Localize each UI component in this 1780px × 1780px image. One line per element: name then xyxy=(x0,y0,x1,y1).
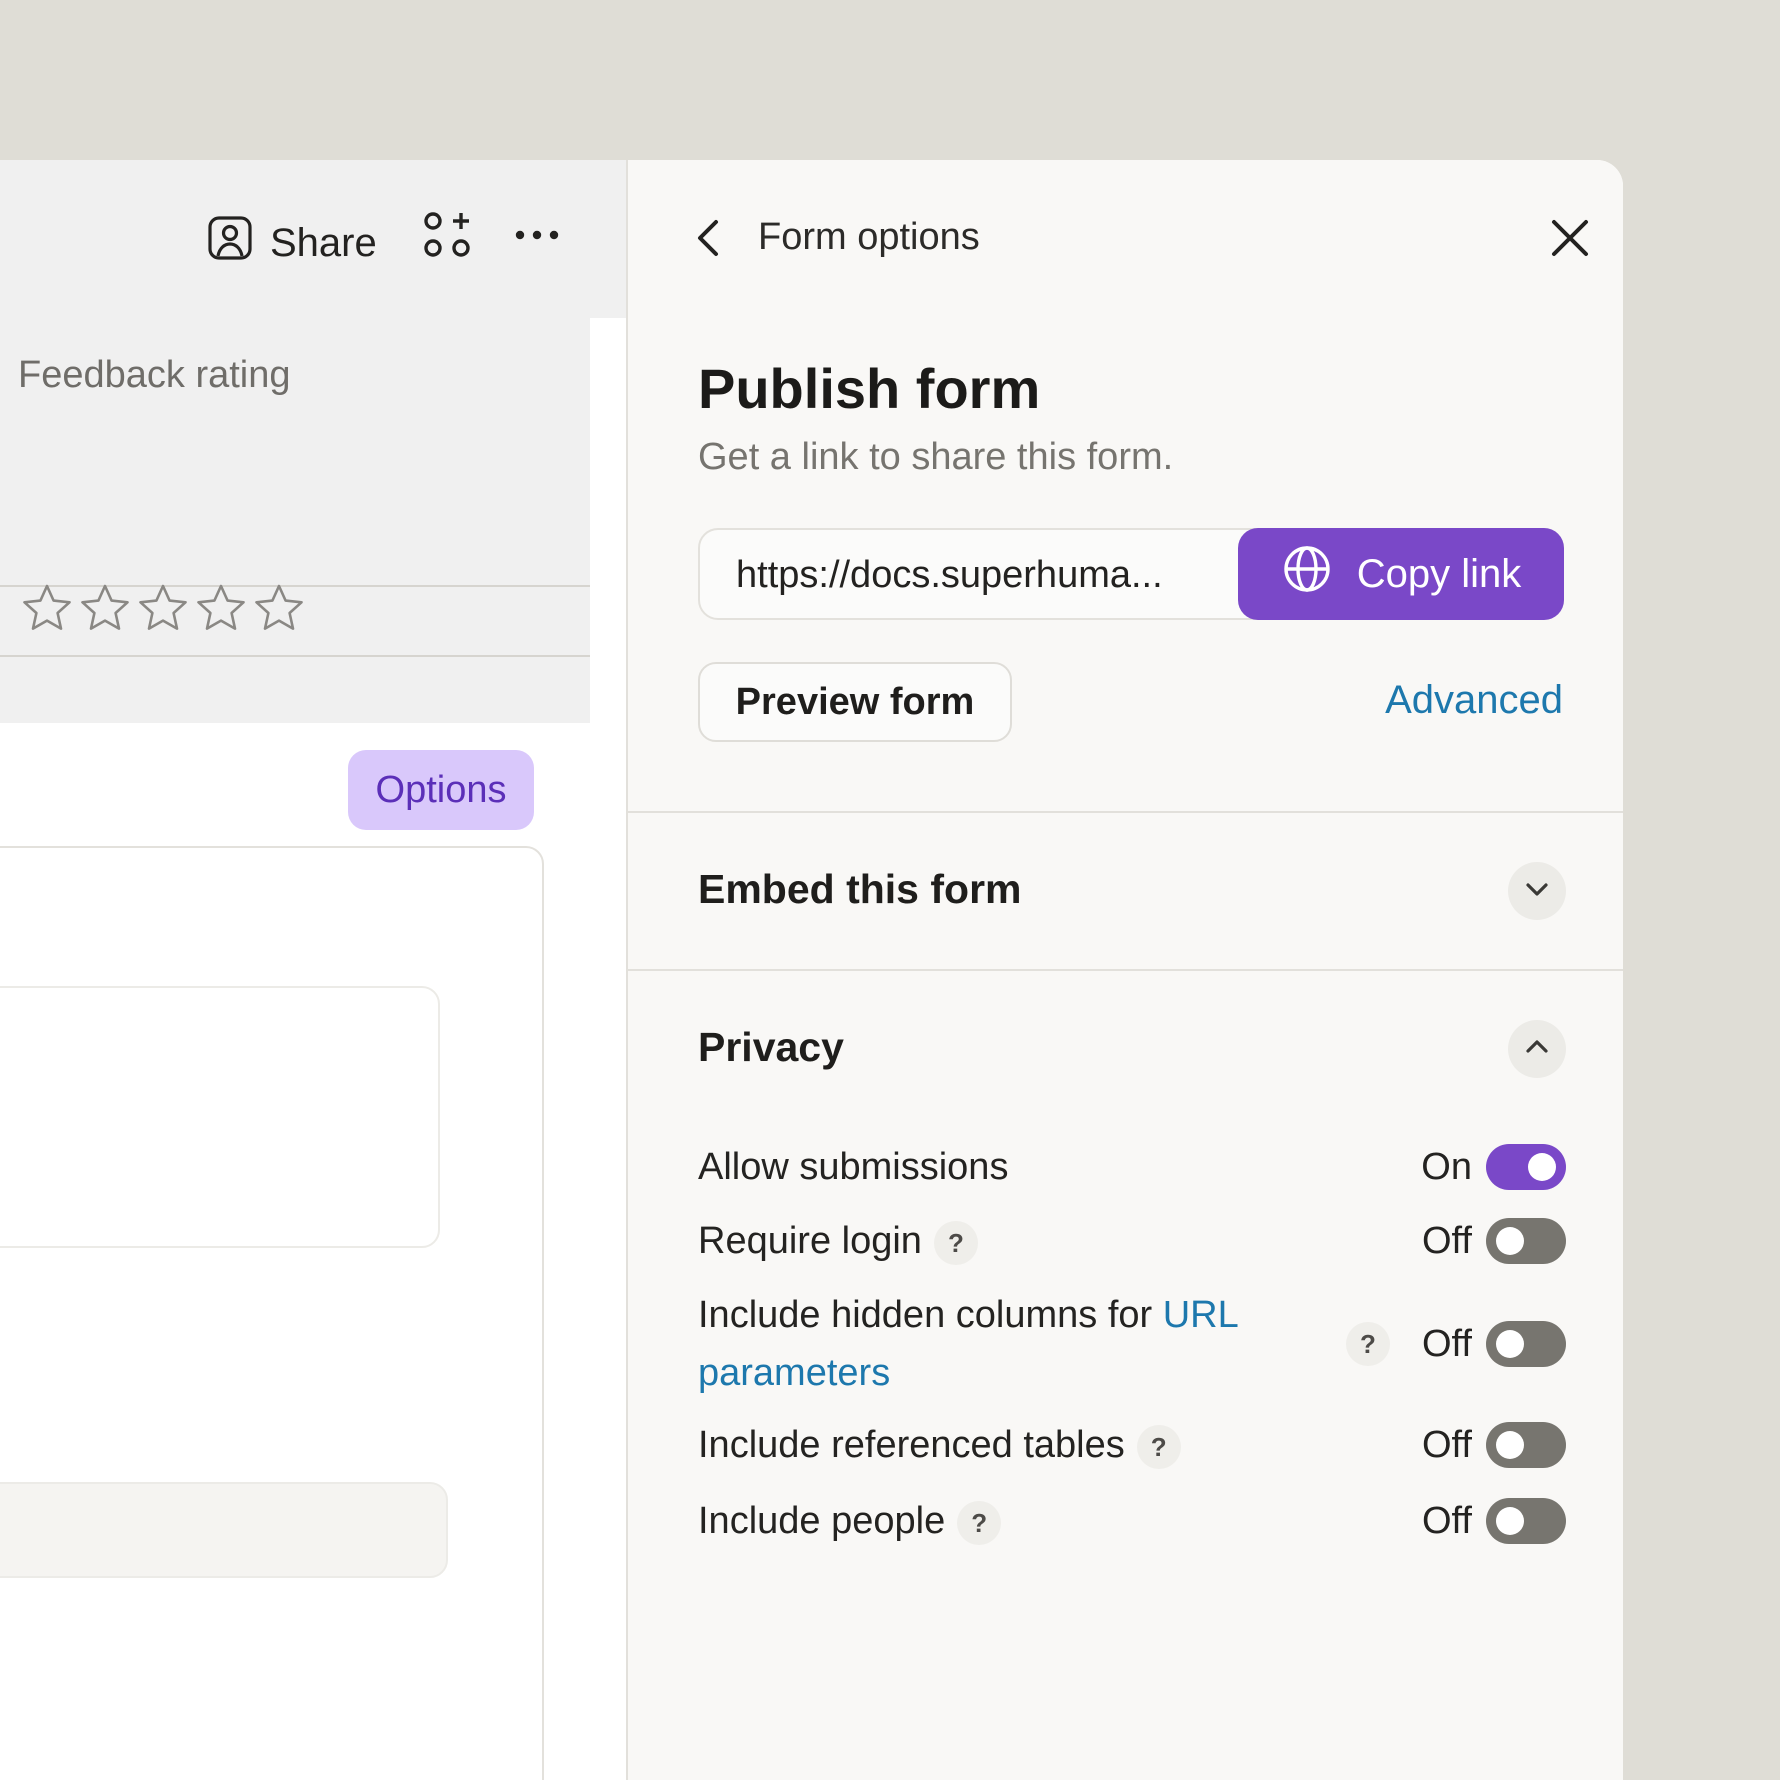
document-toolbar: Share xyxy=(0,160,626,318)
toggle-group: On xyxy=(1421,1144,1566,1190)
embed-expand-button[interactable] xyxy=(1508,862,1566,920)
toggle-group: Off xyxy=(1422,1321,1566,1367)
section-divider xyxy=(628,811,1623,813)
allow-submissions-toggle[interactable] xyxy=(1486,1144,1566,1190)
back-chevron-icon[interactable] xyxy=(690,212,726,264)
share-button[interactable]: Share xyxy=(206,214,377,272)
setting-label: Include referenced tables xyxy=(698,1424,1125,1466)
close-icon[interactable] xyxy=(1548,216,1592,260)
form-field-card: Feedback rating xyxy=(0,318,590,723)
setting-row-require-login: Require login? Off xyxy=(698,1204,1566,1278)
hidden-columns-toggle[interactable] xyxy=(1486,1321,1566,1367)
star-rating[interactable] xyxy=(20,582,306,641)
setting-label-wrap: Include hidden columns for URL parameter… xyxy=(698,1286,1278,1402)
globe-icon xyxy=(1281,543,1333,605)
star-icon[interactable] xyxy=(252,582,306,641)
user-share-icon xyxy=(206,214,254,272)
setting-row-allow-submissions: Allow submissions On xyxy=(698,1130,1566,1204)
share-label: Share xyxy=(270,220,377,265)
help-icon[interactable]: ? xyxy=(933,1220,978,1265)
star-icon[interactable] xyxy=(78,582,132,641)
advanced-link[interactable]: Advanced xyxy=(1385,678,1563,723)
setting-row-hidden-columns: Include hidden columns for URL parameter… xyxy=(698,1286,1566,1402)
toggle-group: Off xyxy=(1422,1422,1566,1468)
toggle-state: Off xyxy=(1422,1423,1472,1466)
help-icon[interactable]: ? xyxy=(957,1500,1002,1545)
share-url-field[interactable]: https://docs.superhuma... Copy link xyxy=(698,528,1564,620)
star-icon[interactable] xyxy=(136,582,190,641)
toggle-group: Off xyxy=(1422,1218,1566,1264)
more-icon[interactable] xyxy=(514,220,560,250)
form-options-panel: Form options Publish form Get a link to … xyxy=(626,160,1623,1780)
blocks-add-icon[interactable] xyxy=(422,210,472,260)
toggle-group: Off xyxy=(1422,1498,1566,1544)
form-footer-bar xyxy=(0,1482,448,1578)
copy-link-label: Copy link xyxy=(1356,551,1522,596)
setting-label: Include hidden columns for xyxy=(698,1294,1163,1336)
document-area: Share Feedback rating Options xyxy=(0,160,626,1780)
setting-label: Require login xyxy=(698,1220,922,1262)
toggle-state: Off xyxy=(1422,1499,1472,1542)
toggle-state: Off xyxy=(1422,1219,1472,1262)
panel-header: Form options xyxy=(628,160,1623,320)
field-label: Feedback rating xyxy=(18,354,291,396)
star-icon[interactable] xyxy=(194,582,248,641)
share-url-text: https://docs.superhuma... xyxy=(736,554,1163,596)
publish-heading: Publish form xyxy=(698,357,1041,420)
help-icon[interactable]: ? xyxy=(1346,1322,1390,1366)
setting-label: Include people xyxy=(698,1500,946,1542)
setting-row-include-people: Include people? Off xyxy=(698,1484,1566,1558)
require-login-toggle[interactable] xyxy=(1486,1218,1566,1264)
options-button[interactable]: Options xyxy=(348,750,534,830)
star-icon[interactable] xyxy=(20,582,74,641)
section-divider xyxy=(628,969,1623,971)
setting-row-referenced-tables: Include referenced tables? Off xyxy=(698,1408,1566,1482)
publish-subtitle: Get a link to share this form. xyxy=(698,436,1174,478)
toggle-state: On xyxy=(1421,1145,1472,1188)
preview-form-button[interactable]: Preview form xyxy=(698,662,1012,742)
embed-section-title[interactable]: Embed this form xyxy=(698,866,1021,913)
copy-link-button[interactable]: Copy link xyxy=(1238,528,1564,620)
privacy-section-title[interactable]: Privacy xyxy=(698,1024,844,1071)
privacy-collapse-button[interactable] xyxy=(1508,1020,1566,1078)
divider xyxy=(0,655,590,657)
form-input-box xyxy=(0,986,440,1248)
referenced-tables-toggle[interactable] xyxy=(1486,1422,1566,1468)
help-icon[interactable]: ? xyxy=(1136,1424,1181,1469)
toggle-state: Off xyxy=(1422,1322,1472,1365)
chevron-up-icon xyxy=(1522,1032,1552,1067)
include-people-toggle[interactable] xyxy=(1486,1498,1566,1544)
panel-title: Form options xyxy=(758,216,980,258)
chevron-down-icon xyxy=(1522,874,1552,909)
app-window: Share Feedback rating Options Form optio… xyxy=(0,160,1623,1780)
